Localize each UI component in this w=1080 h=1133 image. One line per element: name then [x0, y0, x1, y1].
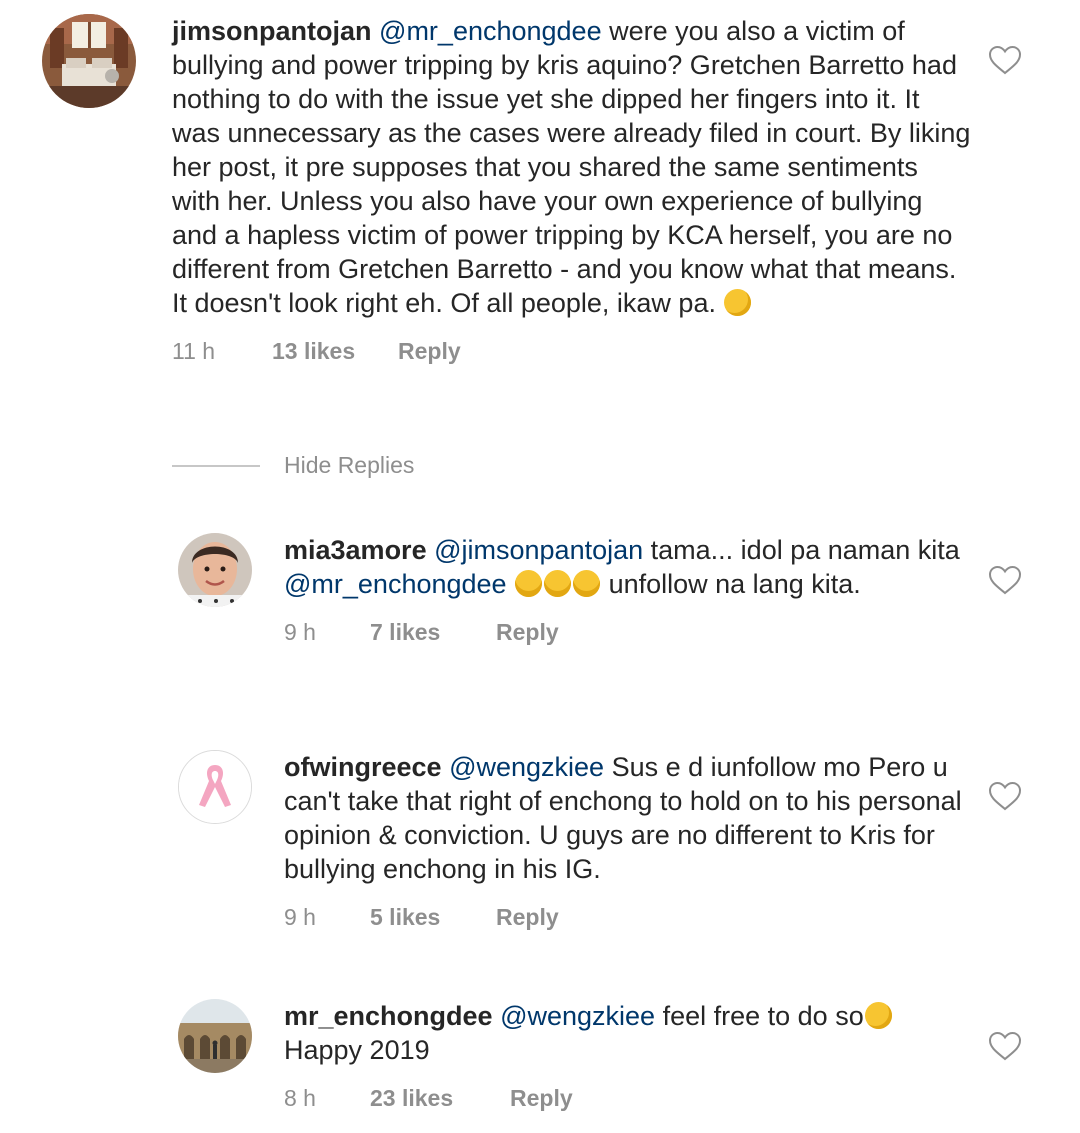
divider [172, 464, 260, 467]
reply-button[interactable]: Reply [398, 338, 461, 365]
reply-button[interactable]: Reply [496, 904, 559, 931]
comment-body: ofwingreece @wengzkiee Sus e d iunfollow… [284, 750, 968, 931]
heart-outline-icon[interactable] [988, 781, 1022, 811]
comment-time[interactable]: 9 h [284, 619, 370, 646]
comment-time[interactable]: 8 h [284, 1085, 370, 1112]
comment: jimsonpantojan @mr_enchongdee were you a… [42, 14, 972, 365]
comment-mention[interactable]: @wengzkiee [449, 752, 604, 782]
avatar[interactable] [178, 533, 252, 607]
comment-message-continued: unfollow na lang kita. [601, 569, 861, 599]
reply-button[interactable]: Reply [510, 1085, 573, 1112]
comment-text: mia3amore @jimsonpantojan tama... idol p… [284, 533, 968, 601]
comment-body: mia3amore @jimsonpantojan tama... idol p… [284, 533, 968, 646]
pink-ribbon-icon [179, 751, 251, 823]
comment-likes[interactable]: 13 likes [272, 338, 398, 365]
comment-meta: 9 h 5 likes Reply [284, 904, 968, 931]
avatar[interactable] [178, 999, 252, 1073]
comment-message-continued: Happy 2019 [284, 1035, 430, 1065]
comment-username[interactable]: mr_enchongdee [284, 1001, 493, 1031]
comment-body: jimsonpantojan @mr_enchongdee were you a… [172, 14, 972, 365]
comment-message: feel free to do so [655, 1001, 864, 1031]
comment-username[interactable]: ofwingreece [284, 752, 442, 782]
heart-outline-icon[interactable] [988, 45, 1022, 75]
avatar[interactable] [178, 750, 252, 824]
thinking-face-emoji-icon [724, 289, 752, 316]
ruins-photo-avatar-image [178, 999, 252, 1073]
comment-text: mr_enchongdee @wengzkiee feel free to do… [284, 999, 968, 1067]
comment-likes[interactable]: 23 likes [370, 1085, 510, 1112]
comment-mention[interactable]: @mr_enchongdee [379, 16, 602, 46]
smiling-face-emoji-icon [864, 1002, 892, 1029]
comment-mention[interactable]: @jimsonpantojan [434, 535, 643, 565]
tears-of-joy-emoji-icon [544, 570, 572, 597]
avatar[interactable] [42, 14, 136, 108]
room-photo-avatar-image [42, 14, 136, 108]
reply-comment: ofwingreece @wengzkiee Sus e d iunfollow… [178, 750, 968, 931]
heart-outline-icon[interactable] [988, 565, 1022, 595]
reply-comment: mr_enchongdee @wengzkiee feel free to do… [178, 999, 968, 1112]
comment-mention[interactable]: @mr_enchongdee [284, 569, 507, 599]
comment-meta: 8 h 23 likes Reply [284, 1085, 968, 1112]
comment-meta: 9 h 7 likes Reply [284, 619, 968, 646]
selfie-avatar-image [178, 533, 252, 607]
comment-time[interactable]: 9 h [284, 904, 370, 931]
comment-message: were you also a victim of bullying and p… [172, 16, 971, 318]
hide-replies-label[interactable]: Hide Replies [284, 452, 414, 479]
comment-time[interactable]: 11 h [172, 338, 272, 365]
comment-likes[interactable]: 7 likes [370, 619, 496, 646]
hide-replies-toggle[interactable]: Hide Replies [172, 452, 414, 479]
comment-body: mr_enchongdee @wengzkiee feel free to do… [284, 999, 968, 1112]
reply-button[interactable]: Reply [496, 619, 559, 646]
comment-text: ofwingreece @wengzkiee Sus e d iunfollow… [284, 750, 968, 886]
tears-of-joy-emoji-icon [515, 570, 543, 597]
comment-mention[interactable]: @wengzkiee [500, 1001, 655, 1031]
comment-username[interactable]: mia3amore [284, 535, 427, 565]
comment-message: tama... idol pa naman kita [643, 535, 960, 565]
tears-of-joy-emoji-icon [573, 570, 601, 597]
comment-meta: 11 h 13 likes Reply [172, 338, 972, 365]
comment-username[interactable]: jimsonpantojan [172, 16, 372, 46]
comment-text: jimsonpantojan @mr_enchongdee were you a… [172, 14, 972, 320]
heart-outline-icon[interactable] [988, 1031, 1022, 1061]
reply-comment: mia3amore @jimsonpantojan tama... idol p… [178, 533, 968, 646]
comment-likes[interactable]: 5 likes [370, 904, 496, 931]
